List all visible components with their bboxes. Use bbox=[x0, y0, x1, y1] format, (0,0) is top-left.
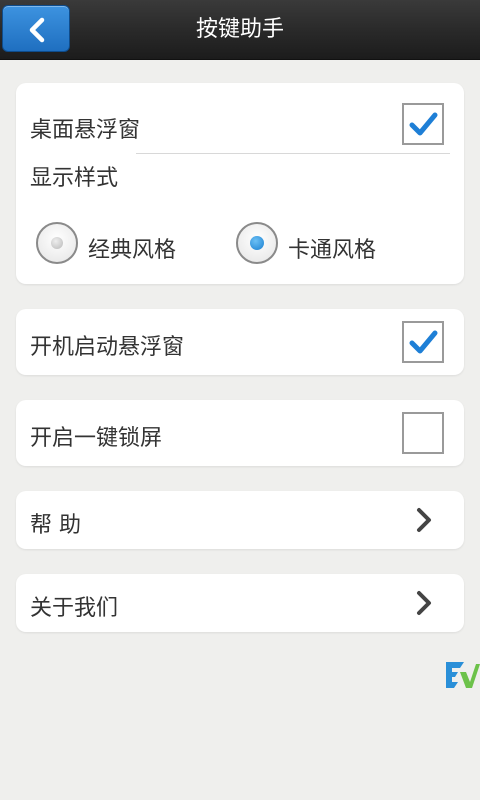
page-title: 按键助手 bbox=[195, 17, 284, 42]
radio-on-indicator bbox=[250, 236, 264, 250]
one-key-lock-checkbox[interactable] bbox=[402, 412, 444, 454]
radio-cartoon-style[interactable] bbox=[236, 222, 278, 264]
help-item[interactable]: 帮 助 bbox=[16, 491, 464, 549]
about-item[interactable]: 关于我们 bbox=[16, 574, 464, 632]
one-key-lock-card[interactable]: 开启一键锁屏 bbox=[16, 400, 464, 466]
app-logo-icon bbox=[446, 662, 480, 688]
boot-floating-card[interactable]: 开机启动悬浮窗 bbox=[16, 309, 464, 375]
display-style-label: 显示样式 bbox=[30, 166, 119, 191]
back-button[interactable] bbox=[2, 5, 70, 52]
one-key-lock-label: 开启一键锁屏 bbox=[30, 426, 163, 451]
help-label: 帮 助 bbox=[30, 513, 81, 538]
checkmark-icon bbox=[409, 330, 438, 354]
classic-style-label[interactable]: 经典风格 bbox=[88, 232, 176, 264]
floating-window-label: 桌面悬浮窗 bbox=[30, 118, 141, 143]
checkmark-icon bbox=[409, 112, 438, 136]
floating-window-checkbox[interactable] bbox=[402, 103, 444, 145]
radio-classic-style[interactable] bbox=[36, 222, 78, 264]
boot-floating-label: 开机启动悬浮窗 bbox=[30, 335, 185, 360]
chevron-right-icon bbox=[417, 591, 431, 615]
chevron-left-icon bbox=[29, 17, 45, 43]
radio-off-indicator bbox=[51, 237, 63, 249]
divider bbox=[136, 153, 450, 154]
title-bar: 按键助手 bbox=[0, 0, 480, 60]
about-label: 关于我们 bbox=[30, 596, 119, 621]
cartoon-style-label[interactable]: 卡通风格 bbox=[288, 232, 376, 264]
chevron-right-icon bbox=[417, 508, 431, 532]
floating-window-card: 桌面悬浮窗 显示样式 经典风格 卡通风格 bbox=[16, 83, 464, 284]
boot-floating-checkbox[interactable] bbox=[402, 321, 444, 363]
